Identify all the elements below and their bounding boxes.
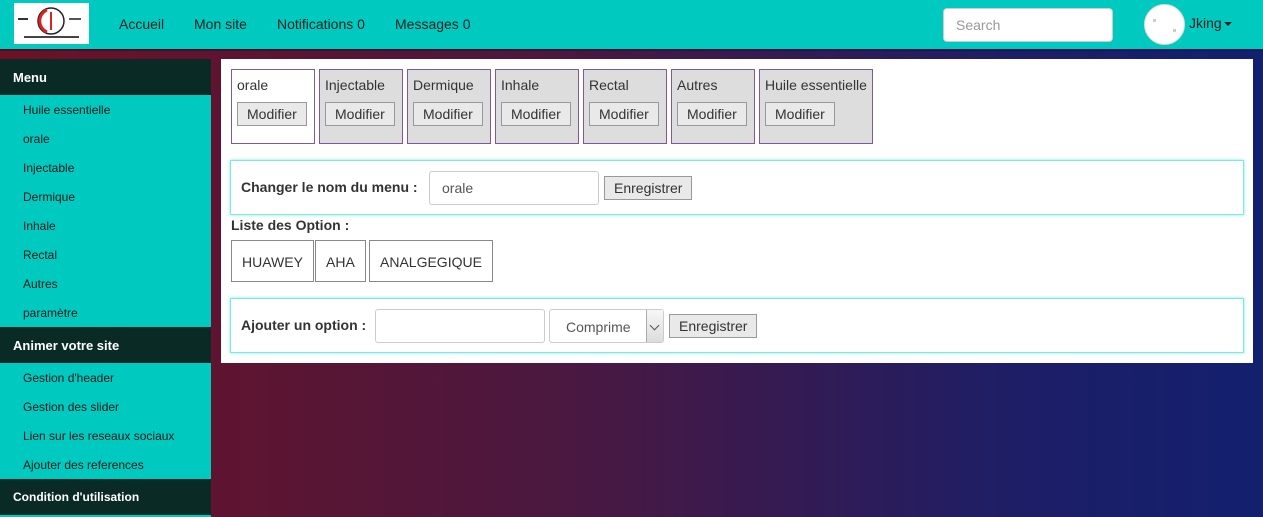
- menu-name-input[interactable]: [429, 171, 599, 205]
- sidebar-section-menu: Menu: [0, 59, 211, 95]
- option-item[interactable]: AHA: [315, 240, 366, 282]
- add-option-label: Ajouter un option :: [241, 317, 367, 333]
- nav-messages[interactable]: Messages 0: [395, 16, 470, 32]
- navbar-divider: [0, 49, 1263, 51]
- caret-down-icon: [1223, 22, 1232, 27]
- user-menu[interactable]: Jking: [1189, 15, 1232, 31]
- sidebar-item-rectal[interactable]: Rectal: [0, 240, 211, 269]
- menu-tab-label: Huile essentielle: [765, 77, 867, 93]
- modifier-button[interactable]: Modifier: [325, 102, 395, 126]
- sidebar-item-ajouter-references[interactable]: Ajouter des references: [0, 450, 211, 479]
- sidebar-item-inhale[interactable]: Inhale: [0, 211, 211, 240]
- menu-tab-label: Dermique: [413, 77, 474, 93]
- option-item[interactable]: HUAWEY: [231, 240, 314, 282]
- sidebar-section-conditions[interactable]: Condition d'utilisation: [0, 479, 211, 515]
- search-input[interactable]: [943, 8, 1113, 42]
- menu-tab-inhale[interactable]: Inhale Modifier: [495, 69, 579, 144]
- add-option-box: Ajouter un option : Comprime Enregistrer: [230, 298, 1244, 353]
- menu-tab-rectal[interactable]: Rectal Modifier: [583, 69, 667, 144]
- menu-tab-injectable[interactable]: Injectable Modifier: [319, 69, 403, 144]
- sidebar-item-parametre[interactable]: paramètre: [0, 298, 211, 327]
- menu-tab-label: Autres: [677, 77, 718, 93]
- modifier-button[interactable]: Modifier: [765, 102, 835, 126]
- user-name: Jking: [1189, 15, 1222, 31]
- option-type-select[interactable]: Comprime: [549, 309, 664, 343]
- option-name-input[interactable]: [375, 309, 545, 343]
- site-logo[interactable]: [14, 3, 89, 44]
- sidebar-item-huile-essentielle[interactable]: Huile essentielle: [0, 95, 211, 124]
- sidebar-item-reseaux-sociaux[interactable]: Lien sur les reseaux sociaux: [0, 421, 211, 450]
- sidebar-item-gestion-header[interactable]: Gestion d'header: [0, 363, 211, 392]
- nav-accueil[interactable]: Accueil: [119, 16, 164, 32]
- sidebar-item-orale[interactable]: orale: [0, 124, 211, 153]
- menu-tab-label: Injectable: [325, 77, 385, 93]
- menu-tab-orale[interactable]: orale Modifier: [231, 69, 315, 144]
- menu-tab-autres[interactable]: Autres Modifier: [671, 69, 755, 144]
- sidebar-item-injectable[interactable]: Injectable: [0, 153, 211, 182]
- avatar[interactable]: [1144, 4, 1185, 45]
- rename-menu-label: Changer le nom du menu :: [241, 179, 418, 195]
- menu-tab-dermique[interactable]: Dermique Modifier: [407, 69, 491, 144]
- top-navbar: Accueil Mon site Notifications 0 Message…: [0, 0, 1263, 49]
- menu-tab-huile-essentielle[interactable]: Huile essentielle Modifier: [759, 69, 873, 144]
- rename-menu-box: Changer le nom du menu : Enregistrer: [230, 160, 1244, 215]
- nav-notifications[interactable]: Notifications 0: [277, 16, 365, 32]
- menu-tab-label: Rectal: [589, 77, 629, 93]
- modifier-button[interactable]: Modifier: [501, 102, 571, 126]
- sidebar-item-gestion-slider[interactable]: Gestion des slider: [0, 392, 211, 421]
- menu-tab-label: orale: [237, 77, 269, 93]
- modifier-button[interactable]: Modifier: [237, 102, 307, 126]
- sidebar-section-animer: Animer votre site: [0, 327, 211, 363]
- save-menu-name-button[interactable]: Enregistrer: [604, 176, 693, 200]
- menu-tab-label: Inhale: [501, 77, 540, 93]
- option-type-value: Comprime: [566, 319, 631, 335]
- chevron-down-icon[interactable]: [646, 310, 663, 342]
- sidebar-item-autres[interactable]: Autres: [0, 269, 211, 298]
- modifier-button[interactable]: Modifier: [413, 102, 483, 126]
- modifier-button[interactable]: Modifier: [677, 102, 747, 126]
- sidebar: Menu Huile essentielle orale Injectable …: [0, 59, 211, 517]
- option-item[interactable]: ANALGEGIQUE: [369, 240, 493, 282]
- nav-mon-site[interactable]: Mon site: [194, 16, 247, 32]
- modifier-button[interactable]: Modifier: [589, 102, 659, 126]
- save-option-button[interactable]: Enregistrer: [669, 314, 758, 338]
- options-list-title: Liste des Option :: [231, 217, 350, 233]
- sidebar-item-dermique[interactable]: Dermique: [0, 182, 211, 211]
- main-panel: orale Modifier Injectable Modifier Dermi…: [221, 59, 1253, 363]
